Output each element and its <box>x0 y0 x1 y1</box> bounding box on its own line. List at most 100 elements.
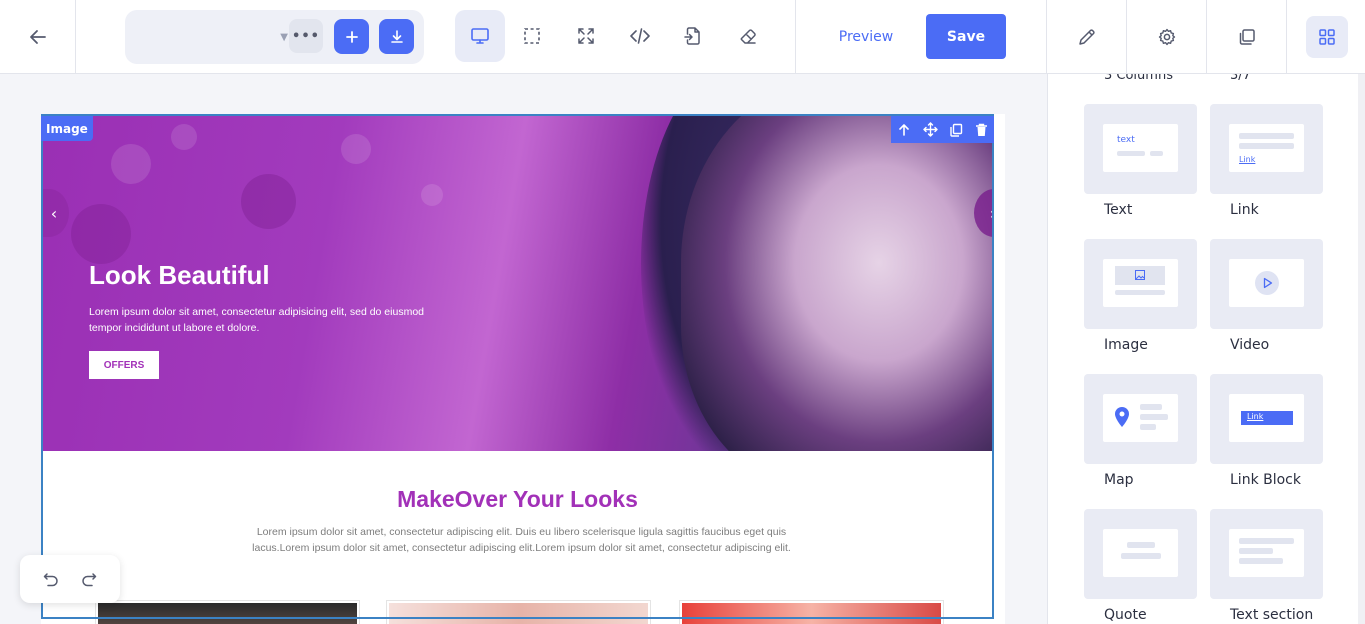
block-label-partial[interactable]: 3/7 <box>1230 74 1251 83</box>
slider-prev-arrow[interactable]: ‹ <box>41 189 69 237</box>
block-link-block[interactable]: Link Link Block <box>1210 374 1323 488</box>
undo-icon[interactable] <box>42 570 60 588</box>
block-label: Link <box>1230 202 1259 218</box>
block-preview-line <box>1115 290 1165 295</box>
block-preview-card: text <box>1103 124 1178 172</box>
desktop-icon <box>471 28 489 44</box>
view-tools <box>455 0 795 73</box>
import-icon <box>684 27 700 45</box>
preview-button[interactable]: Preview <box>826 15 906 59</box>
block-image[interactable]: Image <box>1084 239 1197 353</box>
code-view-button[interactable] <box>615 10 665 62</box>
arrow-left-icon <box>29 29 46 44</box>
arrow-up-icon[interactable] <box>897 123 911 137</box>
block-preview-line <box>1239 538 1294 544</box>
block-preview-line <box>1150 151 1163 156</box>
hero-text[interactable]: Lorem ipsum dolor sit amet, consectetur … <box>89 304 449 336</box>
settings-tab[interactable] <box>1126 0 1206 73</box>
block-preview-line <box>1127 542 1155 548</box>
block-preview-line <box>1239 548 1273 554</box>
block-label: Quote <box>1104 607 1147 623</box>
select-area-button[interactable] <box>507 10 557 62</box>
block-preview-line <box>1140 404 1162 410</box>
page-controls: ▼ ••• <box>125 10 424 64</box>
decor-bubble <box>111 144 151 184</box>
block-label: Text section <box>1230 607 1314 623</box>
block-label-partial[interactable]: 3 Columns <box>1104 74 1173 83</box>
page-select[interactable]: ▼ <box>143 24 288 50</box>
caret-down-icon: ▼ <box>280 32 288 43</box>
blocks-panel-scrollbar[interactable] <box>1358 74 1365 624</box>
hero-model-image <box>681 114 994 451</box>
block-preview-line <box>1140 424 1156 430</box>
image-placeholder-icon <box>1115 266 1165 285</box>
fullscreen-button[interactable] <box>561 10 611 62</box>
layers-tab[interactable] <box>1206 0 1286 73</box>
block-preview-card <box>1103 259 1178 307</box>
decor-bubble <box>341 134 371 164</box>
pencil-icon <box>1078 28 1095 45</box>
block-video[interactable]: Video <box>1210 239 1323 353</box>
block-preview-line <box>1239 133 1294 139</box>
block-preview-line <box>1121 553 1161 559</box>
block-tile: Link <box>1210 374 1323 464</box>
eraser-icon <box>740 29 756 44</box>
blocks-tab[interactable] <box>1286 0 1365 73</box>
block-preview-link: Link <box>1239 155 1256 164</box>
offers-button[interactable]: OFFERS <box>89 351 159 379</box>
hero-title[interactable]: Look Beautiful <box>89 260 270 291</box>
hero-slider[interactable]: Look Beautiful Lorem ipsum dolor sit ame… <box>41 114 994 451</box>
product-thumbnail[interactable] <box>95 600 360 624</box>
block-preview-text: text <box>1117 135 1135 145</box>
section-title[interactable]: MakeOver Your Looks <box>41 486 994 513</box>
plus-icon <box>345 30 358 43</box>
back-button[interactable] <box>0 0 76 73</box>
download-button[interactable] <box>379 19 414 54</box>
block-preview-card <box>1229 259 1304 307</box>
block-preview-line <box>1239 143 1294 149</box>
grid-icon <box>1318 28 1335 45</box>
style-manager-tab[interactable] <box>1046 0 1126 73</box>
element-toolbar <box>891 116 994 143</box>
save-button[interactable]: Save <box>926 14 1006 59</box>
selected-element-badge: Image <box>41 116 93 141</box>
copy-icon[interactable] <box>949 123 963 137</box>
play-icon <box>1255 271 1279 295</box>
desktop-view-button[interactable] <box>455 10 505 62</box>
move-icon[interactable] <box>922 122 938 137</box>
block-text-section[interactable]: Text section <box>1210 509 1323 623</box>
map-pin-icon <box>1115 407 1129 427</box>
more-options-button[interactable]: ••• <box>289 19 323 53</box>
block-tile <box>1210 509 1323 599</box>
add-page-button[interactable] <box>334 19 369 54</box>
block-tile <box>1084 374 1197 464</box>
editor-canvas[interactable]: Look Beautiful Lorem ipsum dolor sit ame… <box>41 114 1005 624</box>
product-thumbnail[interactable] <box>386 600 651 624</box>
trash-icon[interactable] <box>975 123 988 137</box>
decor-bubble <box>71 204 131 264</box>
block-preview-line <box>1239 558 1283 564</box>
block-text[interactable]: text Text <box>1084 104 1197 218</box>
redo-icon[interactable] <box>80 570 98 588</box>
clear-canvas-button[interactable] <box>723 10 773 62</box>
block-map[interactable]: Map <box>1084 374 1197 488</box>
layers-icon <box>1239 28 1255 45</box>
fullscreen-icon <box>578 28 594 44</box>
block-tile: Link <box>1210 104 1323 194</box>
select-area-icon <box>524 28 540 44</box>
toolbar-divider <box>795 0 796 73</box>
block-quote[interactable]: Quote <box>1084 509 1197 623</box>
download-icon <box>390 29 403 43</box>
product-thumbnail[interactable] <box>679 600 944 624</box>
block-link[interactable]: Link Link <box>1210 104 1323 218</box>
import-button[interactable] <box>668 10 718 62</box>
block-preview-card <box>1229 529 1304 577</box>
block-tile: text <box>1084 104 1197 194</box>
block-preview-line <box>1140 414 1168 420</box>
decor-bubble <box>171 124 197 150</box>
block-preview-link: Link <box>1247 412 1264 421</box>
block-label: Map <box>1104 472 1134 488</box>
section-text[interactable]: Lorem ipsum dolor sit amet, consectetur … <box>249 524 794 556</box>
block-label: Video <box>1230 337 1270 353</box>
block-preview-card: Link <box>1229 124 1304 172</box>
